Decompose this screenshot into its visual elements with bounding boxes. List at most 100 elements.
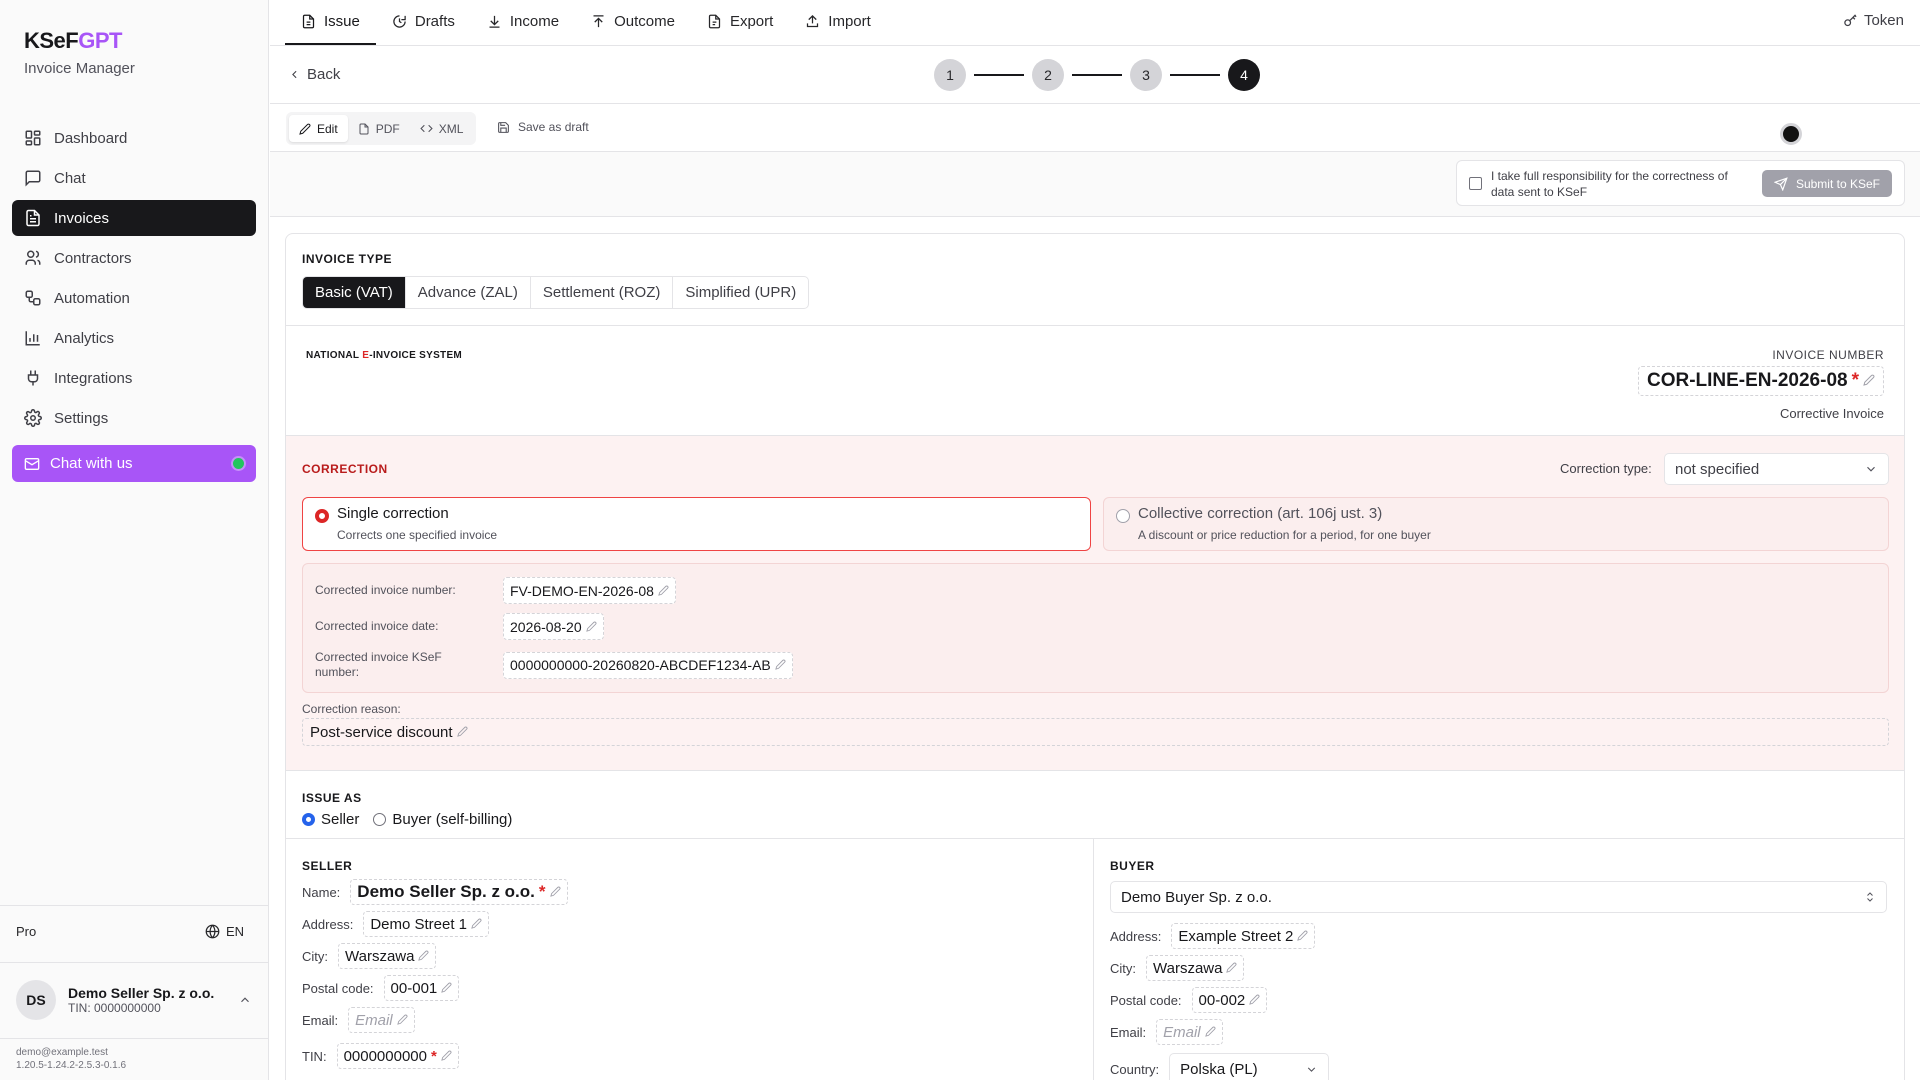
user-name: Demo Seller Sp. z o.o. (68, 985, 215, 1001)
divider (0, 962, 269, 963)
seller-panel: SELLER Name: Demo Seller Sp. z o.o. * Ad… (286, 839, 1094, 1080)
collective-correction-option[interactable]: Collective correction (art. 106j ust. 3)… (1103, 497, 1889, 551)
back-button[interactable]: Back (288, 66, 340, 83)
file-export-icon (707, 14, 722, 29)
correction-type-select[interactable]: not specified (1664, 453, 1889, 485)
sidebar-item-invoices[interactable]: Invoices (12, 200, 256, 236)
pencil-icon (471, 916, 482, 933)
invoice-type-simplified[interactable]: Simplified (UPR) (673, 277, 808, 308)
issue-as-seller-radio[interactable] (302, 813, 315, 826)
invoice-type-advance[interactable]: Advance (ZAL) (406, 277, 531, 308)
invoice-icon (24, 209, 42, 227)
corrected-number-field[interactable]: FV-DEMO-EN-2026-08 (503, 577, 676, 604)
seller-tin-field[interactable]: 0000000000 * (336, 1043, 459, 1069)
issue-as-buyer-radio[interactable] (373, 813, 387, 826)
buyer-postal-field[interactable]: 00-002 (1191, 987, 1268, 1013)
tab-drafts[interactable]: Drafts (376, 0, 471, 45)
invoice-type-tabs: Basic (VAT) Advance (ZAL) Settlement (RO… (302, 276, 810, 309)
issue-as-seller-option[interactable]: Seller (302, 811, 359, 828)
corrected-date-field[interactable]: 2026-08-20 (503, 613, 604, 640)
invoice-number-value: COR-LINE-EN-2026-08 (1646, 370, 1848, 391)
plan-row: Pro EN (16, 924, 244, 939)
invoice-type-basic[interactable]: Basic (VAT) (303, 277, 406, 308)
seller-title: SELLER (302, 859, 353, 873)
buyer-city-label: City: (1110, 960, 1136, 976)
language-switcher[interactable]: EN (205, 924, 244, 939)
invoice-type-settlement[interactable]: Settlement (ROZ) (531, 277, 674, 308)
issue-as-buyer-option[interactable]: Buyer (self-billing) (373, 811, 512, 828)
status-indicator-dot[interactable] (1780, 123, 1802, 145)
tab-outcome[interactable]: Outcome (575, 0, 691, 45)
tab-issue[interactable]: Issue (285, 0, 376, 45)
token-button[interactable]: Token (1843, 12, 1904, 29)
responsibility-checkbox[interactable] (1469, 177, 1482, 190)
system-title-prefix: NATIONAL (306, 350, 363, 361)
sidebar-item-chat[interactable]: Chat (12, 160, 256, 196)
footer-info: demo@example.test 1.20.5-1.24.2-2.5.3-0.… (16, 1046, 126, 1072)
sidebar-item-contractors[interactable]: Contractors (12, 240, 256, 276)
user-menu[interactable]: DS Demo Seller Sp. z o.o. TIN: 000000000… (8, 972, 260, 1028)
submit-to-ksef-button[interactable]: Submit to KSeF (1761, 170, 1892, 197)
corrected-date-label: Corrected invoice date: (315, 619, 439, 633)
issue-as-options: Seller Buyer (self-billing) (302, 811, 512, 828)
tab-import[interactable]: Import (789, 0, 887, 45)
seller-address-field[interactable]: Demo Street 1 (363, 911, 490, 937)
sidebar-item-integrations[interactable]: Integrations (12, 360, 256, 396)
parties-section: SELLER Name: Demo Seller Sp. z o.o. * Ad… (286, 839, 1904, 1080)
chevron-up-down-icon (1864, 890, 1876, 904)
divider (0, 905, 269, 906)
xml-mode-button[interactable]: XML (410, 115, 474, 142)
pencil-icon (1204, 1024, 1216, 1041)
send-icon (1773, 176, 1788, 191)
seller-city-field[interactable]: Warszawa (338, 943, 437, 969)
sidebar-item-settings[interactable]: Settings (12, 400, 256, 436)
step-connector (1072, 74, 1122, 76)
step-1[interactable]: 1 (934, 59, 966, 91)
top-nav: Issue Drafts Income Outcome Export Impor… (270, 0, 1920, 46)
correction-reason-field[interactable]: Post-service discount (302, 718, 1889, 746)
plan-badge: Pro (16, 924, 37, 939)
key-icon (1843, 13, 1858, 28)
sidebar-item-label: Analytics (54, 329, 115, 347)
corrected-number-value: FV-DEMO-EN-2026-08 (510, 582, 654, 599)
buyer-city-field[interactable]: Warszawa (1146, 955, 1245, 981)
seller-address-value: Demo Street 1 (370, 915, 468, 933)
seller-name-field[interactable]: Demo Seller Sp. z o.o. * (350, 879, 568, 905)
brand-name[interactable]: KSeFGPT (24, 28, 135, 54)
single-correction-radio[interactable] (315, 509, 329, 523)
pencil-icon (585, 619, 597, 635)
buyer-country-select[interactable]: Polska (PL) (1169, 1053, 1330, 1080)
save-draft-button[interactable]: Save as draft (497, 120, 589, 134)
correction-title: CORRECTION (302, 462, 388, 476)
buyer-email-field[interactable]: Email (1156, 1019, 1223, 1045)
tab-income[interactable]: Income (471, 0, 575, 45)
pdf-mode-button[interactable]: PDF (348, 115, 410, 142)
edit-mode-button[interactable]: Edit (289, 115, 348, 142)
step-3[interactable]: 3 (1130, 59, 1162, 91)
invoice-number-field[interactable]: COR-LINE-EN-2026-08 * (1637, 366, 1884, 396)
step-4[interactable]: 4 (1228, 59, 1260, 91)
collective-correction-desc: A discount or price reduction for a peri… (1138, 528, 1431, 542)
tab-label: Drafts (414, 13, 455, 30)
code-icon (420, 122, 433, 135)
chat-with-us-button[interactable]: Chat with us (12, 445, 256, 482)
responsibility-text: I take full responsibility for the corre… (1491, 169, 1728, 199)
chat-icon (24, 169, 42, 187)
brand: KSeFGPT Invoice Manager (24, 28, 135, 77)
step-2[interactable]: 2 (1032, 59, 1064, 91)
seller-tin-label: TIN: (302, 1048, 327, 1064)
save-draft-label: Save as draft (518, 120, 589, 134)
buyer-select[interactable]: Demo Buyer Sp. z o.o. (1110, 881, 1887, 913)
sidebar-item-dashboard[interactable]: Dashboard (12, 120, 256, 156)
collective-correction-radio[interactable] (1116, 509, 1130, 523)
corrected-ksef-field[interactable]: 0000000000-20260820-ABCDEF1234-AB (503, 651, 793, 679)
tab-export[interactable]: Export (691, 0, 789, 45)
sidebar-item-analytics[interactable]: Analytics (12, 320, 256, 356)
seller-postal-field[interactable]: 00-001 (383, 975, 460, 1001)
seller-name-row: Name: Demo Seller Sp. z o.o. * (302, 879, 568, 905)
buyer-address-field[interactable]: Example Street 2 (1171, 923, 1316, 949)
corrected-number-row: Corrected invoice number: FV-DEMO-EN-202… (315, 577, 676, 604)
sidebar-item-automation[interactable]: Automation (12, 280, 256, 316)
seller-email-field[interactable]: Email (348, 1007, 415, 1033)
single-correction-option[interactable]: Single correction Corrects one specified… (302, 497, 1091, 551)
